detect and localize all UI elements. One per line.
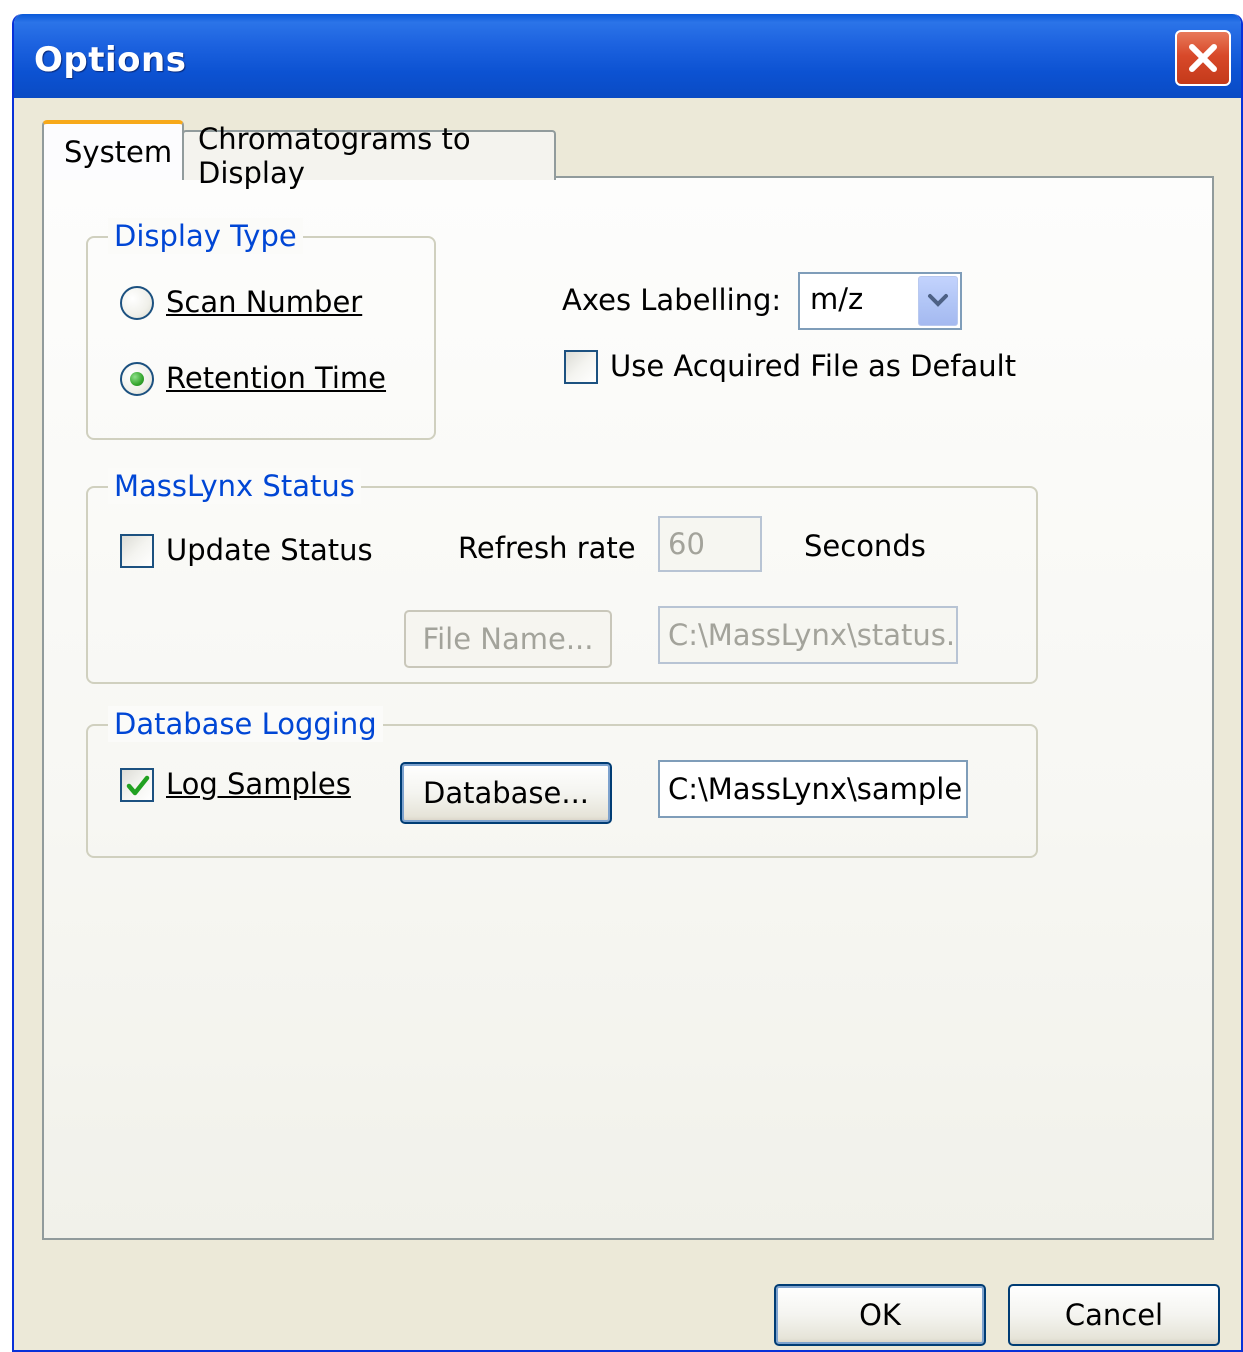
retention-time-label[interactable]: Retention Time: [166, 360, 386, 396]
display-type-title: Display Type: [108, 218, 303, 254]
combo-dropdown-button[interactable]: [918, 276, 958, 326]
database-logging-group: Database Logging Log Samples Database...…: [86, 706, 1038, 858]
use-acquired-label[interactable]: Use Acquired File as Default: [610, 348, 1016, 384]
tab-system-label: System: [64, 135, 173, 169]
scan-number-radio[interactable]: [120, 286, 154, 320]
options-dialog: Options System Chromatograms to Display …: [12, 14, 1243, 1352]
display-type-group: Display Type Scan Number Retention Time: [86, 218, 436, 440]
ok-button[interactable]: OK: [774, 1284, 986, 1346]
database-button[interactable]: Database...: [400, 762, 612, 824]
tab-panel-system: Display Type Scan Number Retention Time …: [42, 176, 1214, 1240]
tab-system[interactable]: System: [42, 120, 184, 180]
status-file-path[interactable]: C:\MassLynx\status.: [658, 606, 958, 664]
seconds-label: Seconds: [804, 529, 926, 563]
refresh-rate-input[interactable]: 60: [658, 516, 762, 572]
refresh-rate-label: Refresh rate: [458, 531, 636, 565]
database-logging-title: Database Logging: [108, 706, 383, 742]
scan-number-label[interactable]: Scan Number: [166, 284, 362, 320]
axes-labelling-label: Axes Labelling:: [562, 283, 782, 317]
log-samples-label[interactable]: Log Samples: [166, 766, 351, 802]
tab-chromatograms-label: Chromatograms to Display: [198, 122, 471, 190]
close-button[interactable]: [1175, 30, 1231, 86]
cancel-button[interactable]: Cancel: [1008, 1284, 1220, 1346]
update-status-label[interactable]: Update Status: [166, 532, 373, 568]
log-samples-checkbox[interactable]: [120, 768, 154, 802]
database-path-input[interactable]: C:\MassLynx\sample: [658, 760, 968, 818]
tab-chromatograms-to-display[interactable]: Chromatograms to Display: [182, 122, 556, 190]
check-icon: [126, 775, 150, 796]
close-icon: [1189, 44, 1217, 72]
use-acquired-checkbox[interactable]: [564, 350, 598, 384]
retention-time-radio[interactable]: [120, 362, 154, 396]
chevron-down-icon: [928, 294, 948, 307]
title-bar[interactable]: Options: [14, 14, 1241, 98]
dialog-client-area: System Chromatograms to Display Display …: [14, 98, 1241, 1350]
window-title: Options: [34, 40, 187, 80]
radio-selected-dot: [130, 372, 144, 386]
axes-labelling-combo[interactable]: m/z: [798, 272, 962, 330]
file-name-button[interactable]: File Name...: [404, 610, 612, 668]
masslynx-status-title: MassLynx Status: [108, 468, 361, 504]
update-status-checkbox[interactable]: [120, 534, 154, 568]
axes-labelling-value: m/z: [810, 282, 864, 316]
masslynx-status-group: MassLynx Status Update Status Refresh ra…: [86, 468, 1038, 684]
